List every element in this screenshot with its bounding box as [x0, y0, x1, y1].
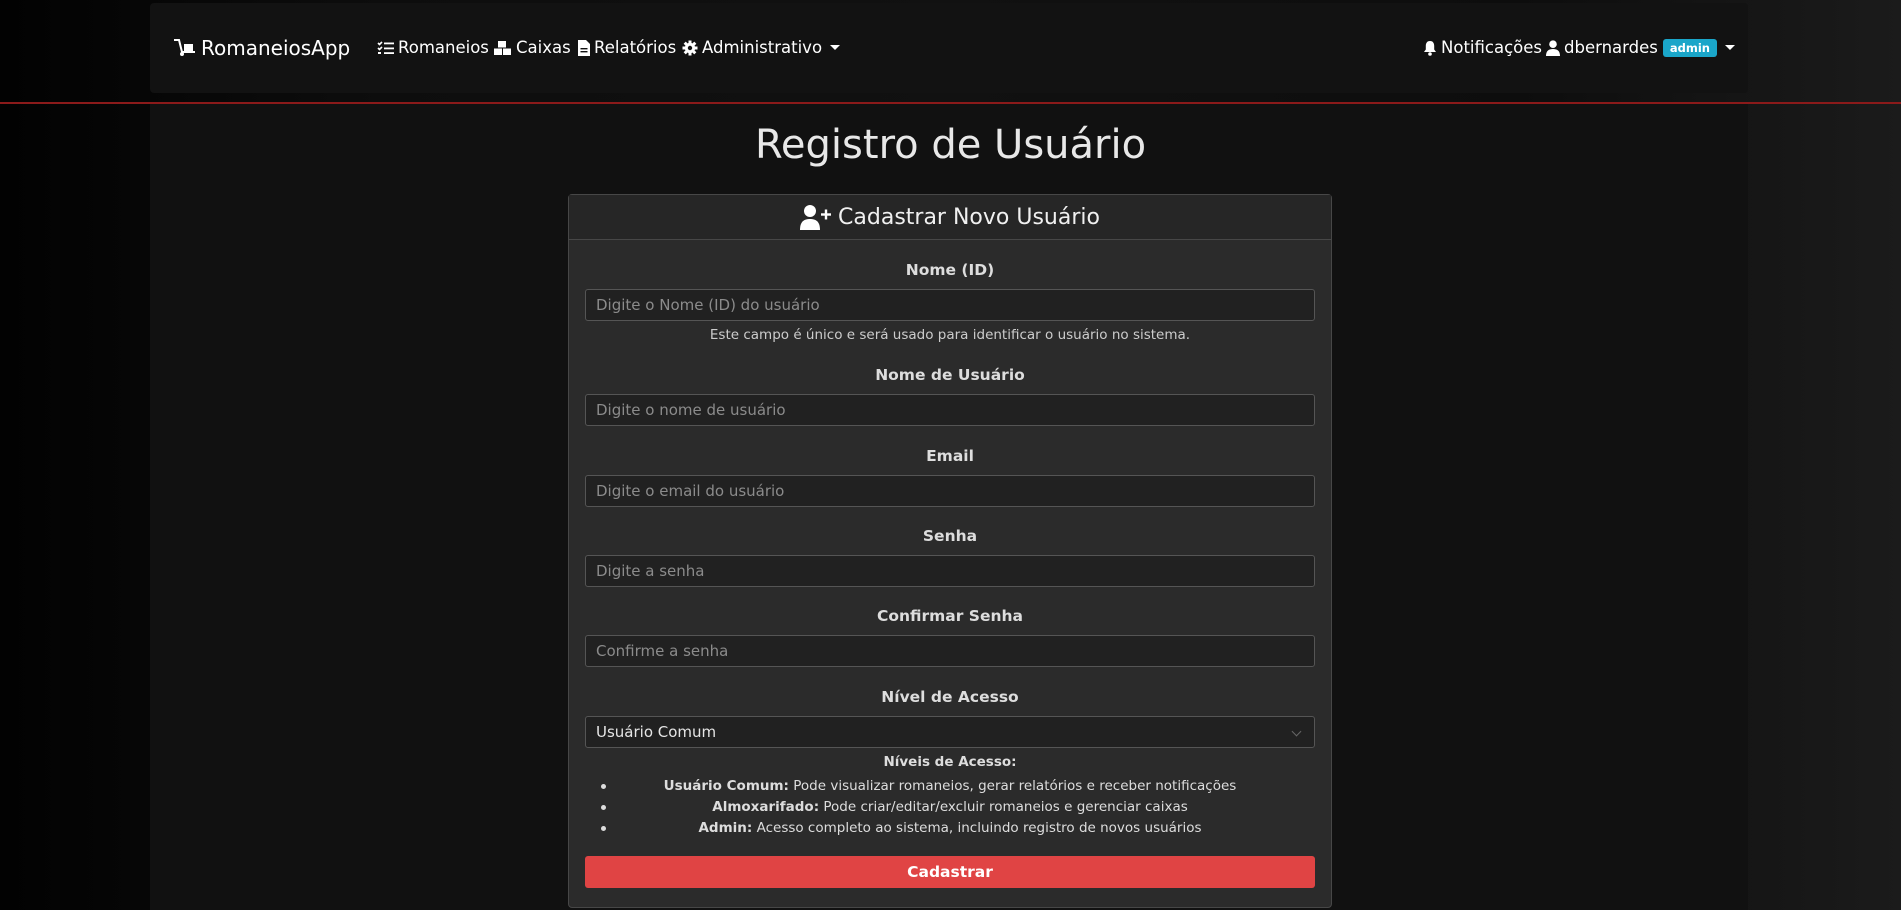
email-label: Email	[926, 447, 974, 465]
chevron-down-icon	[1291, 726, 1302, 737]
list-check-icon	[377, 40, 394, 54]
level-description: Pode visualizar romaneios, gerar relatór…	[788, 778, 1237, 794]
brand-dolly-icon	[174, 39, 195, 56]
user-menu[interactable]: dbernardes admin	[1546, 38, 1735, 57]
nav-caixas[interactable]: Caixas	[493, 38, 571, 57]
brand-link[interactable]: RomaneiosApp	[173, 36, 350, 60]
user-plus-icon	[800, 205, 832, 230]
nav-administrativo[interactable]: Administrativo	[682, 38, 841, 57]
page-title: Registro de Usuário	[754, 122, 1147, 168]
confirm-password-label: Confirmar Senha	[876, 607, 1024, 625]
card-title: Cadastrar Novo Usuário	[838, 204, 1100, 230]
nav-notificacoes[interactable]: Notificações	[1423, 38, 1542, 57]
nav-administrativo-label: Administrativo	[702, 38, 823, 57]
list-item: Almoxarifado: Pode criar/editar/excluir …	[585, 797, 1315, 818]
id-label: Nome (ID)	[905, 261, 995, 279]
list-item: Usuário Comum: Pode visualizar romaneios…	[585, 776, 1315, 797]
card-header: Cadastrar Novo Usuário	[569, 195, 1331, 240]
access-levels-list: Usuário Comum: Pode visualizar romaneios…	[585, 776, 1315, 839]
email-input[interactable]	[585, 475, 1315, 507]
nav-romaneios-label: Romaneios	[398, 38, 489, 57]
access-level-select[interactable]: Usuário Comum	[585, 716, 1315, 748]
nav-caixas-label: Caixas	[516, 38, 571, 57]
level-name: Admin:	[698, 820, 753, 836]
level-description: Pode criar/editar/excluir romaneios e ge…	[819, 799, 1188, 815]
file-icon	[578, 39, 590, 56]
nav-relatorios-label: Relatórios	[594, 38, 677, 57]
submit-button[interactable]: Cadastrar	[585, 856, 1315, 888]
id-help-text: Este campo é único e será usado para ide…	[709, 327, 1191, 343]
user-name: dbernardes	[1564, 38, 1658, 57]
user-icon	[1546, 39, 1560, 56]
list-item: Admin: Acesso completo ao sistema, inclu…	[585, 818, 1315, 839]
role-badge: admin	[1662, 38, 1717, 57]
nav-relatorios[interactable]: Relatórios	[578, 38, 676, 57]
gear-icon	[682, 40, 698, 55]
access-level-selected: Usuário Comum	[596, 723, 717, 741]
username-input[interactable]	[585, 394, 1315, 426]
access-level-label: Nível de Acesso	[881, 688, 1019, 706]
chevron-down-icon	[830, 45, 841, 50]
password-input[interactable]	[585, 555, 1315, 587]
password-label: Senha	[922, 527, 978, 545]
username-label: Nome de Usuário	[875, 366, 1025, 384]
level-name: Usuário Comum:	[663, 778, 789, 794]
brand-name: RomaneiosApp	[201, 36, 351, 60]
access-levels-title: Níveis de Acesso:	[883, 754, 1017, 770]
chevron-down-icon	[1725, 45, 1735, 50]
level-description: Acesso completo ao sistema, incluindo re…	[752, 820, 1202, 836]
register-card: Cadastrar Novo Usuário Nome (ID) Este ca…	[568, 194, 1332, 908]
id-input[interactable]	[585, 289, 1315, 321]
nav-romaneios[interactable]: Romaneios	[377, 38, 489, 57]
boxes-icon	[494, 40, 511, 55]
confirm-password-input[interactable]	[585, 635, 1315, 667]
level-name: Almoxarifado:	[712, 799, 820, 815]
nav-notificacoes-label: Notificações	[1441, 38, 1542, 57]
bell-icon	[1424, 40, 1436, 56]
